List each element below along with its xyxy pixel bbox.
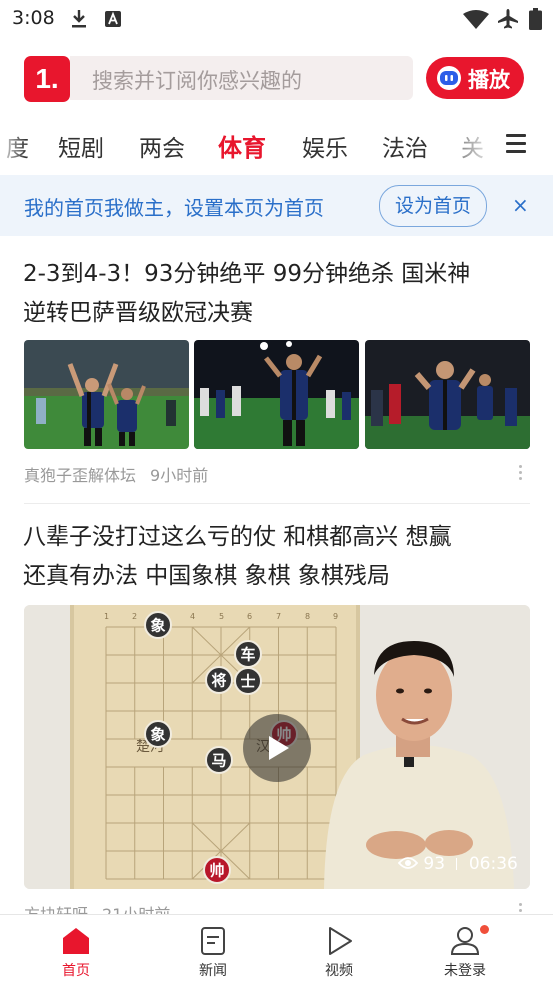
article-1-time: 9小时前	[150, 466, 209, 485]
play-button[interactable]: 播放	[426, 57, 524, 99]
tab-two-sessions[interactable]: 两会	[139, 129, 185, 163]
svg-text:2: 2	[132, 612, 137, 621]
nav-profile[interactable]: 未登录	[425, 925, 505, 980]
video-play-button[interactable]	[243, 714, 311, 782]
tv-face-icon	[437, 66, 461, 90]
article-1-title-line2: 逆转巴萨晋级欧冠决赛	[23, 300, 253, 326]
chess-piece-horse: 马	[211, 752, 226, 770]
svg-text:4: 4	[190, 612, 195, 621]
nav-video[interactable]: 视频	[299, 925, 379, 980]
article-divider	[24, 503, 530, 504]
channel-menu-icon[interactable]	[506, 134, 526, 154]
tab-sports[interactable]: 体育	[218, 128, 266, 163]
banner-close-icon[interactable]: ×	[512, 193, 529, 217]
svg-text:5: 5	[219, 612, 224, 621]
tab-short-drama[interactable]: 短剧	[58, 129, 104, 163]
nav-video-label: 视频	[325, 963, 353, 979]
article-2-title[interactable]: 八辈子没打过这么亏的仗 和棋都高兴 想赢 还真有办法 中国象棋 象棋 象棋残局	[23, 518, 533, 596]
airplane-mode-icon	[498, 9, 518, 29]
article-1-image-2	[194, 340, 359, 449]
views-eye-icon	[397, 857, 419, 869]
nav-home[interactable]: 首页	[36, 925, 116, 980]
chess-piece-chariot: 车	[240, 646, 255, 664]
notification-dot	[480, 925, 489, 934]
tab-law[interactable]: 法治	[382, 129, 428, 163]
home-icon	[63, 928, 89, 954]
article-1-more-icon[interactable]	[519, 465, 523, 483]
tab-entertainment[interactable]: 娱乐	[302, 129, 348, 163]
status-time: 3:08	[12, 7, 55, 29]
svg-text:1: 1	[104, 612, 109, 621]
article-1-image-1	[24, 340, 189, 449]
banner-message: 我的首页我做主，设置本页为首页	[24, 196, 324, 220]
chess-piece-elephant-1: 象	[150, 617, 165, 635]
download-icon	[72, 10, 86, 28]
channel-tabs: 度 短剧 两会 体育 娱乐 法治 关	[0, 122, 553, 168]
tabs-fade-left	[0, 122, 26, 168]
article-2-title-line1: 八辈子没打过这么亏的仗 和棋都高兴 想赢	[23, 524, 452, 550]
article-1-meta: 真狍子歪解体坛 9小时前	[24, 462, 208, 486]
svg-text:6: 6	[247, 612, 252, 621]
status-bar: 3:08	[0, 0, 553, 40]
video-play-icon	[329, 927, 352, 955]
app-notification-icon	[105, 11, 121, 27]
chess-piece-advisor: 士	[240, 673, 255, 691]
article-2-video[interactable]: 123456789 楚河 汉界 象 车 将 士 象 马 帅 帅	[24, 605, 530, 889]
wifi-icon	[463, 10, 489, 29]
battery-icon	[529, 8, 542, 30]
homepage-banner: 我的首页我做主，设置本页为首页 设为首页 ×	[0, 175, 553, 236]
chess-piece-general: 将	[211, 672, 226, 690]
app-logo[interactable]: 1.	[24, 56, 70, 102]
nav-profile-label: 未登录	[444, 963, 486, 979]
chess-piece-red-marshal: 帅	[209, 862, 224, 880]
article-1-image-3	[365, 340, 530, 449]
article-1-title-line1: 2-3到4-3！93分钟绝平 99分钟绝杀 国米神	[23, 261, 471, 287]
article-1-image-row[interactable]	[24, 340, 530, 449]
article-1-title[interactable]: 2-3到4-3！93分钟绝平 99分钟绝杀 国米神 逆转巴萨晋级欧冠决赛	[23, 255, 533, 333]
svg-text:7: 7	[276, 612, 281, 621]
nav-home-label: 首页	[62, 963, 90, 979]
news-icon	[201, 927, 225, 955]
bottom-navigation: 首页 新闻 视频 未登录	[0, 914, 553, 984]
play-button-label: 播放	[468, 68, 510, 92]
tabs-fade-right	[460, 122, 496, 168]
nav-news[interactable]: 新闻	[173, 925, 253, 980]
app-header: 1. 搜索并订阅你感兴趣的 播放	[0, 48, 553, 108]
search-bar[interactable]: 搜索并订阅你感兴趣的	[70, 56, 413, 100]
video-view-count: 93	[423, 854, 446, 874]
svg-text:8: 8	[305, 612, 310, 621]
svg-text:9: 9	[333, 612, 338, 621]
video-duration: 06:36	[468, 854, 518, 874]
set-homepage-button[interactable]: 设为首页	[379, 185, 487, 227]
user-icon	[450, 927, 480, 955]
video-info: 93 06:36	[397, 854, 518, 874]
article-1-source[interactable]: 真狍子歪解体坛	[24, 466, 136, 485]
chess-piece-elephant-2: 象	[150, 726, 165, 744]
search-placeholder: 搜索并订阅你感兴趣的	[92, 69, 302, 93]
article-2-title-line2: 还真有办法 中国象棋 象棋 象棋残局	[23, 563, 390, 589]
nav-news-label: 新闻	[199, 963, 227, 979]
